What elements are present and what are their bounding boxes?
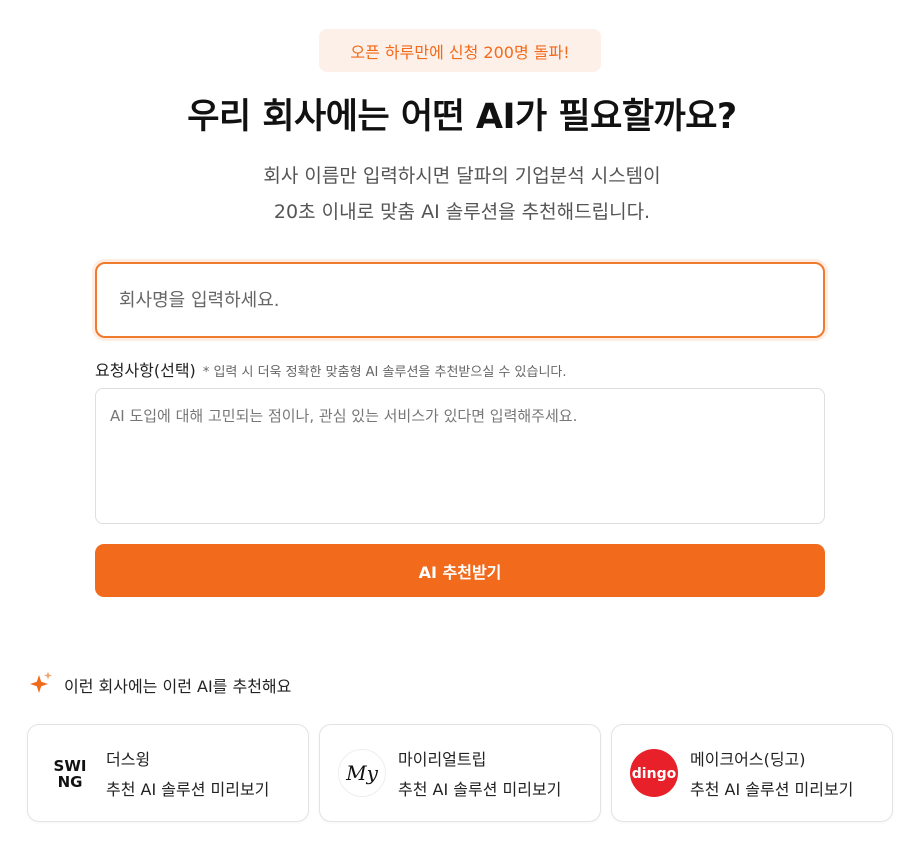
- card-preview-link[interactable]: 추천 AI 솔루션 미리보기: [398, 776, 561, 800]
- subtitle-line-2: 20초 이내로 맞춤 AI 솔루션을 추천해드립니다.: [273, 201, 651, 223]
- request-hint: * 입력 시 더욱 정확한 맞춤형 AI 솔루션을 추천받으실 수 있습니다.: [202, 365, 567, 380]
- theswing-logo: SWI NG: [46, 749, 94, 797]
- company-name-input[interactable]: [95, 262, 825, 338]
- request-label-row: 요청사항(선택) * 입력 시 더욱 정확한 맞춤형 AI 솔루션을 추천받으실…: [95, 357, 567, 380]
- recommend-card-theswing[interactable]: SWI NG 더스윙 추천 AI 솔루션 미리보기: [27, 724, 309, 822]
- sparkle-icon: [28, 670, 54, 700]
- section-header: 이런 회사에는 이런 AI를 추천해요: [28, 671, 291, 699]
- recommend-card-makeus[interactable]: dingo 메이크어스(딩고) 추천 AI 솔루션 미리보기: [611, 724, 893, 822]
- section-title: 이런 회사에는 이런 AI를 추천해요: [64, 677, 292, 696]
- recommend-card-myrealtrip[interactable]: My 마이리얼트립 추천 AI 솔루션 미리보기: [319, 724, 601, 822]
- request-label: 요청사항(선택): [95, 361, 196, 380]
- ai-recommend-button[interactable]: AI 추천받기: [95, 544, 825, 597]
- page-subtitle: 회사 이름만 입력하시면 달파의 기업분석 시스템이 20초 이내로 맞춤 AI…: [0, 158, 924, 230]
- card-company-name: 더스윙: [106, 750, 151, 769]
- card-company-name: 메이크어스(딩고): [690, 750, 806, 769]
- promo-badge: 오픈 하루만에 신청 200명 돌파!: [319, 29, 601, 72]
- dingo-logo-text: dingo: [632, 766, 677, 782]
- myrealtrip-logo: My: [338, 749, 386, 797]
- request-textarea[interactable]: [95, 388, 825, 524]
- card-preview-link[interactable]: 추천 AI 솔루션 미리보기: [690, 776, 853, 800]
- card-company-name: 마이리얼트립: [398, 750, 487, 769]
- subtitle-line-1: 회사 이름만 입력하시면 달파의 기업분석 시스템이: [263, 165, 661, 187]
- dingo-logo: dingo: [630, 749, 678, 797]
- theswing-logo-text-2: NG: [58, 773, 83, 791]
- page-title: 우리 회사에는 어떤 AI가 필요할까요?: [187, 97, 737, 137]
- card-preview-link[interactable]: 추천 AI 솔루션 미리보기: [106, 776, 269, 800]
- myrealtrip-logo-text: My: [345, 761, 378, 785]
